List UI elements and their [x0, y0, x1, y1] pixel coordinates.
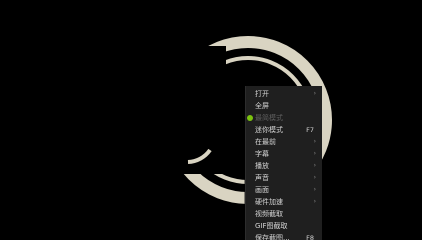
- menu-item-shortcut: F7: [306, 126, 314, 134]
- video-player-area[interactable]: 打开 › 全屏最简模式迷你模式 F7 在最前 › 字幕 › 播放 › 声音 › 画面 › 硬件加速 › 视频截取…: [0, 0, 422, 240]
- submenu-arrow-icon: ›: [313, 90, 316, 97]
- menu-item-label: 视频截取: [255, 210, 283, 218]
- menu-item[interactable]: 打开 ›: [246, 88, 322, 100]
- submenu-arrow-icon: ›: [313, 150, 316, 157]
- menu-item[interactable]: 播放 ›: [246, 160, 322, 172]
- menu-item[interactable]: 全屏: [246, 100, 322, 112]
- submenu-arrow-icon: ›: [313, 174, 316, 181]
- submenu-arrow-icon: ›: [313, 186, 316, 193]
- menu-item-label: 在最前: [255, 138, 276, 146]
- submenu-arrow-icon: ›: [313, 138, 316, 145]
- menu-item: 最简模式: [246, 112, 322, 124]
- menu-item[interactable]: 字幕 ›: [246, 148, 322, 160]
- menu-item-label: 播放: [255, 162, 269, 170]
- menu-item-label: 全屏: [255, 102, 269, 110]
- submenu-arrow-icon: ›: [313, 198, 316, 205]
- menu-item-label: 最简模式: [255, 114, 283, 122]
- menu-item-label: 打开: [255, 90, 269, 98]
- submenu-arrow-icon: ›: [313, 162, 316, 169]
- menu-item-label: 保存截图...: [255, 234, 290, 240]
- menu-item[interactable]: GIF图截取: [246, 220, 322, 232]
- menu-item[interactable]: 在最前 ›: [246, 136, 322, 148]
- menu-item-label: GIF图截取: [255, 222, 288, 230]
- checked-indicator-icon: [247, 115, 253, 121]
- menu-item[interactable]: 保存截图... F8: [246, 232, 322, 240]
- menu-item[interactable]: 硬件加速 ›: [246, 196, 322, 208]
- menu-item[interactable]: 画面 ›: [246, 184, 322, 196]
- menu-item[interactable]: 视频截取: [246, 208, 322, 220]
- menu-item-label: 画面: [255, 186, 269, 194]
- menu-item[interactable]: 迷你模式 F7: [246, 124, 322, 136]
- menu-item-label: 字幕: [255, 150, 269, 158]
- menu-item[interactable]: 声音 ›: [246, 172, 322, 184]
- menu-item-label: 声音: [255, 174, 269, 182]
- menu-item-label: 迷你模式: [255, 126, 283, 134]
- menu-item-label: 硬件加速: [255, 198, 283, 206]
- menu-item-shortcut: F8: [306, 234, 314, 240]
- context-menu: 打开 › 全屏最简模式迷你模式 F7 在最前 › 字幕 › 播放 › 声音 › 画面 › 硬件加速 › 视频截取…: [245, 86, 322, 240]
